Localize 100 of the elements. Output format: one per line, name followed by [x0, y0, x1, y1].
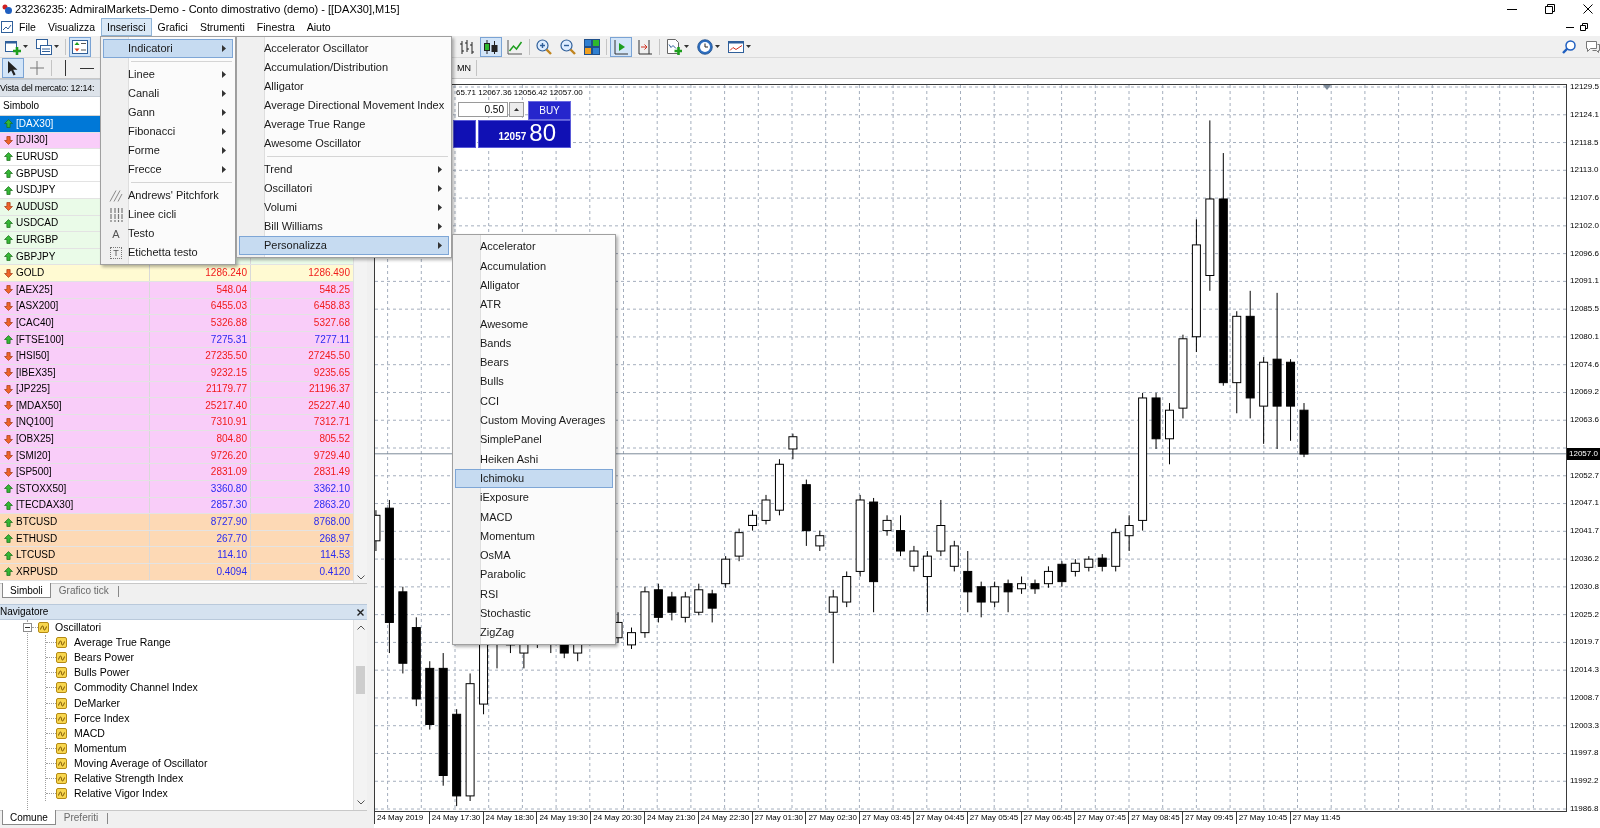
bid-price: 0.4094 [216, 565, 247, 578]
timeframe-button[interactable]: MN [454, 59, 474, 77]
menu-item[interactable]: Grafici [151, 18, 194, 36]
quote-row[interactable]: [OBX25] 804.80 805.52 [0, 431, 353, 448]
tab[interactable]: Comune [2, 810, 56, 825]
menu-item[interactable]: Forme [103, 141, 233, 160]
quote-row[interactable]: GOLD 1286.240 1286.490 [0, 265, 353, 282]
search-icon[interactable] [1562, 39, 1576, 54]
chevron-up-icon[interactable] [356, 625, 365, 630]
panel-title: Vista del mercato: 12:14: [0, 82, 95, 94]
tab[interactable]: Grafico tick [50, 583, 117, 598]
submenu-arrow-icon [222, 71, 226, 78]
cursor-button[interactable] [2, 58, 24, 78]
column-header[interactable]: Simbolo [3, 100, 40, 112]
close-icon[interactable] [1583, 4, 1593, 14]
scrollbar[interactable] [353, 620, 367, 810]
symbol-text: EURUSD [16, 151, 59, 163]
menu-item[interactable]: Inserisci [101, 18, 152, 36]
quote-row[interactable]: XRPUSD 0.4094 0.4120 [0, 564, 353, 581]
menu-item[interactable]: Indicatori [103, 39, 233, 58]
profiles-button[interactable] [33, 36, 62, 57]
menu-item[interactable]: Strumenti [193, 18, 251, 36]
ask-price: 7312.71 [313, 416, 350, 429]
menu-item[interactable]: Aiuto [300, 18, 337, 36]
restore-icon[interactable] [1580, 23, 1588, 31]
price-label: 12030.8 [1569, 581, 1600, 592]
symbol-text: [DJI30] [16, 134, 48, 147]
tree-item[interactable]: Relative Strength Index [74, 772, 184, 785]
tab[interactable]: Preferiti [55, 810, 107, 825]
minimize-icon[interactable] [1507, 8, 1517, 10]
chat-icon[interactable] [1586, 40, 1600, 53]
quote-row[interactable]: LTCUSD 114.10 114.53 [0, 547, 353, 565]
menu-item[interactable]: Accelerator Oscillator [239, 39, 449, 58]
vertical-lines-icon [109, 207, 123, 222]
menu-item[interactable]: Fibonacci [103, 122, 233, 141]
quote-row[interactable]: [SP500] 2831.09 2831.49 [0, 464, 353, 482]
time-label: 24 May 20:30 [592, 812, 642, 824]
symbol-text: GBPJPY [16, 250, 56, 263]
chevron-down-icon[interactable] [356, 575, 365, 580]
menu-item[interactable]: Linee cicli [103, 205, 233, 224]
time-label: 27 May 03:45 [861, 812, 911, 824]
menu-item[interactable]: Visualizza [41, 18, 101, 36]
quote-row[interactable]: [MDAX50] 25217.40 25227.40 [0, 398, 353, 415]
symbol-text: [CAC40] [16, 316, 54, 329]
menu-item[interactable]: Gann [103, 103, 233, 122]
tree-item[interactable]: MACD [74, 726, 105, 740]
menu-item[interactable]: Canali [103, 84, 233, 103]
menu-item[interactable]: File [13, 18, 42, 36]
time-label: 27 May 08:45 [1130, 812, 1180, 824]
close-icon[interactable] [357, 608, 364, 616]
periods-button[interactable] [694, 36, 723, 57]
minimize-icon[interactable] [1566, 26, 1574, 28]
menu-item[interactable]: Accumulation/Distribution [239, 58, 449, 77]
symbol-text: [DAX30] [16, 117, 54, 130]
tree-item[interactable]: Momentum [74, 741, 127, 755]
collapse-icon[interactable] [23, 623, 32, 633]
price-label: 12003.3 [1569, 720, 1600, 731]
bid-price: 267.70 [216, 532, 247, 545]
clock-icon [697, 38, 713, 55]
menu-item[interactable]: T Etichetta testo [103, 243, 233, 262]
menu-item[interactable]: Linee [103, 65, 233, 84]
tree-item[interactable]: Oscillatori [55, 621, 102, 635]
time-label: 24 May 2019 [376, 812, 424, 824]
tab[interactable]: Simboli [2, 583, 51, 598]
tree-item[interactable]: Average True Range [74, 636, 171, 650]
caret-down-icon [54, 45, 59, 48]
candlestick-chart-button[interactable] [480, 36, 502, 57]
tile-grid-icon [584, 38, 600, 55]
panel-title: Navigatore [0, 606, 49, 618]
restore-icon[interactable] [1545, 4, 1555, 14]
symbol-text: AUDUSD [16, 200, 59, 213]
quote-row[interactable]: [STOXX50] 3360.80 3362.10 [0, 481, 353, 498]
submenu-arrow-icon [222, 128, 226, 135]
menu-item[interactable]: Andrews' Pitchfork [103, 186, 233, 205]
function-icon [56, 757, 67, 769]
quote-row[interactable]: [CAC40] 5326.88 5327.68 [0, 315, 353, 332]
auto-scroll-button[interactable] [610, 36, 632, 57]
menu-item[interactable]: Frecce [103, 160, 233, 179]
tree-item[interactable]: Relative Vigor Index [74, 787, 168, 801]
menu-item[interactable]: Finestra [250, 18, 301, 36]
scrollbar-thumb[interactable] [356, 666, 365, 694]
menu-item[interactable]: A Testo [103, 224, 233, 243]
menu-item[interactable]: Alligator [239, 77, 449, 96]
tree-item[interactable]: Moving Average of Oscillator [74, 756, 208, 770]
price-label: 11997.8 [1569, 748, 1600, 759]
price-label: 12091.1 [1569, 276, 1600, 287]
tile-windows-button[interactable] [581, 36, 603, 57]
market-watch-button[interactable] [69, 36, 91, 57]
quote-row[interactable]: [HSI50] 27235.50 27245.50 [0, 348, 353, 365]
tree-item[interactable]: DeMarker [74, 696, 121, 710]
tree-item[interactable]: Force Index [74, 711, 130, 725]
quote-list-icon [72, 38, 88, 55]
tree-item[interactable]: Commodity Channel Index [74, 681, 198, 695]
ask-price: 25227.40 [308, 399, 350, 412]
quote-row[interactable]: BTCUSD 8727.90 8768.00 [0, 514, 353, 531]
ask-price: 268.97 [319, 532, 350, 545]
function-icon [38, 622, 49, 634]
tree-item[interactable]: Bulls Power [74, 666, 130, 680]
tree-item[interactable]: Bears Power [74, 651, 135, 665]
chevron-down-icon[interactable] [356, 800, 365, 805]
